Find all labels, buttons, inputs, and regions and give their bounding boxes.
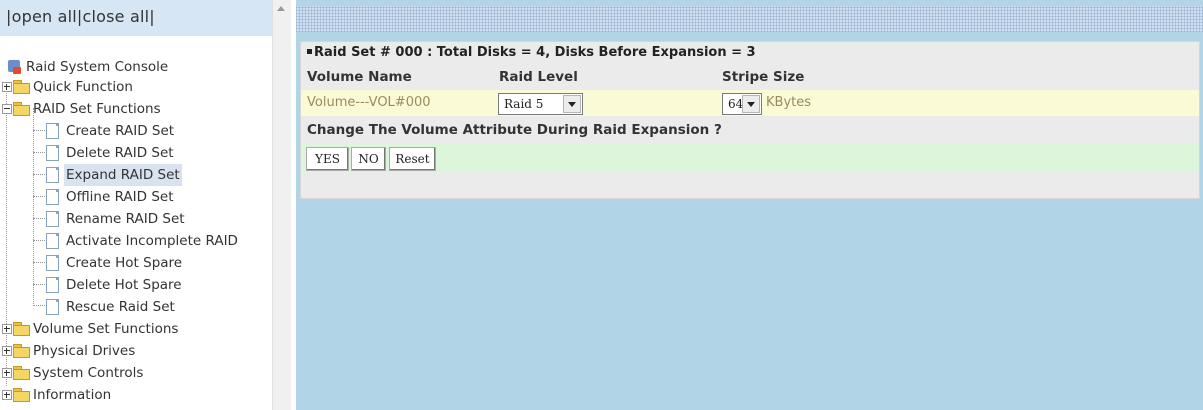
bullet-icon <box>307 49 312 54</box>
page-icon <box>46 167 59 183</box>
tree-item-label: Create RAID Set <box>66 123 175 139</box>
tree-root-label: Raid System Console <box>26 59 169 75</box>
volume-row: Volume---VOL#000 Raid 5 64 KBytes <box>301 90 1199 116</box>
expansion-question-text: Change The Volume Attribute During Raid … <box>307 122 722 138</box>
tree-connector <box>6 86 7 386</box>
tree-item-label: Delete Hot Spare <box>66 277 182 293</box>
page-icon <box>46 233 59 249</box>
raid-level-value: Raid 5 <box>504 97 544 111</box>
column-header-raid-level: Raid Level <box>499 69 578 85</box>
folder-icon <box>13 344 30 358</box>
page-icon <box>46 189 59 205</box>
column-header-volume-name: Volume Name <box>307 69 412 85</box>
header-banner <box>296 6 1203 32</box>
stripe-size-select[interactable]: 64 <box>722 93 762 115</box>
folder-icon <box>13 366 30 380</box>
yes-button[interactable]: YES <box>306 147 349 171</box>
page-icon <box>46 145 59 161</box>
stripe-size-value: 64 <box>728 97 744 111</box>
collapse-icon[interactable] <box>2 104 12 114</box>
tree-item-label: System Controls <box>33 365 144 381</box>
tree-item-label: Physical Drives <box>33 343 136 359</box>
panel-header-text: Raid Set # 000 : Total Disks = 4, Disks … <box>314 45 756 60</box>
chevron-down-icon[interactable] <box>563 95 581 113</box>
tree-item-label: Offline RAID Set <box>66 189 174 205</box>
expand-icon[interactable] <box>2 390 12 400</box>
tree-item-label: Rescue Raid Set <box>66 299 175 315</box>
tree-item-label: Create Hot Spare <box>66 255 183 271</box>
button-row: YES NO Reset <box>301 144 1199 172</box>
close-all-link[interactable]: close all <box>83 7 150 26</box>
chevron-down-icon[interactable] <box>742 95 760 113</box>
page-icon <box>46 255 59 271</box>
tree-connector <box>33 108 34 304</box>
tree-item-label: Volume Set Functions <box>33 321 179 337</box>
page-icon <box>46 277 59 293</box>
page-icon <box>46 211 59 227</box>
expand-icon[interactable] <box>2 82 12 92</box>
folder-icon <box>13 388 30 402</box>
no-button[interactable]: NO <box>351 147 386 171</box>
panel-header: Raid Set # 000 : Total Disks = 4, Disks … <box>301 42 1199 64</box>
main-content: Raid Set # 000 : Total Disks = 4, Disks … <box>296 0 1203 410</box>
volume-name-value: Volume---VOL#000 <box>307 95 431 110</box>
expansion-question: Change The Volume Attribute During Raid … <box>301 119 1199 141</box>
expand-icon[interactable] <box>2 346 12 356</box>
tree-item-label: Quick Function <box>33 79 133 95</box>
expand-icon[interactable] <box>2 324 12 334</box>
scroll-up-icon[interactable] <box>277 6 285 11</box>
column-headers: Volume Name Raid Level Stripe Size <box>301 66 1199 88</box>
folder-icon <box>13 80 30 94</box>
open-all-link[interactable]: open all <box>12 7 77 26</box>
stripe-unit-label: KBytes <box>766 95 812 110</box>
tree-item-label: RAID Set Functions <box>33 101 161 117</box>
page-icon <box>46 299 59 315</box>
raid-level-select[interactable]: Raid 5 <box>498 93 583 115</box>
tree-toggle-links: |open all|close all| <box>6 7 155 26</box>
folder-icon <box>13 322 30 336</box>
tree-item-label: Information <box>33 387 112 403</box>
tree-item-label: Expand RAID Set <box>64 164 182 186</box>
tree-toggle-bar: |open all|close all| <box>0 0 272 36</box>
tree-item-label: Rename RAID Set <box>66 211 185 227</box>
tree-item-label: Delete RAID Set <box>66 145 174 161</box>
console-icon <box>8 60 21 74</box>
folder-open-icon <box>13 102 30 116</box>
page-icon <box>46 123 59 139</box>
reset-button[interactable]: Reset <box>389 147 436 171</box>
expand-raid-set-panel: Raid Set # 000 : Total Disks = 4, Disks … <box>300 41 1200 199</box>
column-header-stripe-size: Stripe Size <box>722 69 805 85</box>
tree-item-label: Activate Incomplete RAID <box>66 233 238 249</box>
tree-scrollbar[interactable] <box>272 0 291 410</box>
expand-icon[interactable] <box>2 368 12 378</box>
navigation-panel: |open all|close all| Raid System Console… <box>0 0 272 410</box>
